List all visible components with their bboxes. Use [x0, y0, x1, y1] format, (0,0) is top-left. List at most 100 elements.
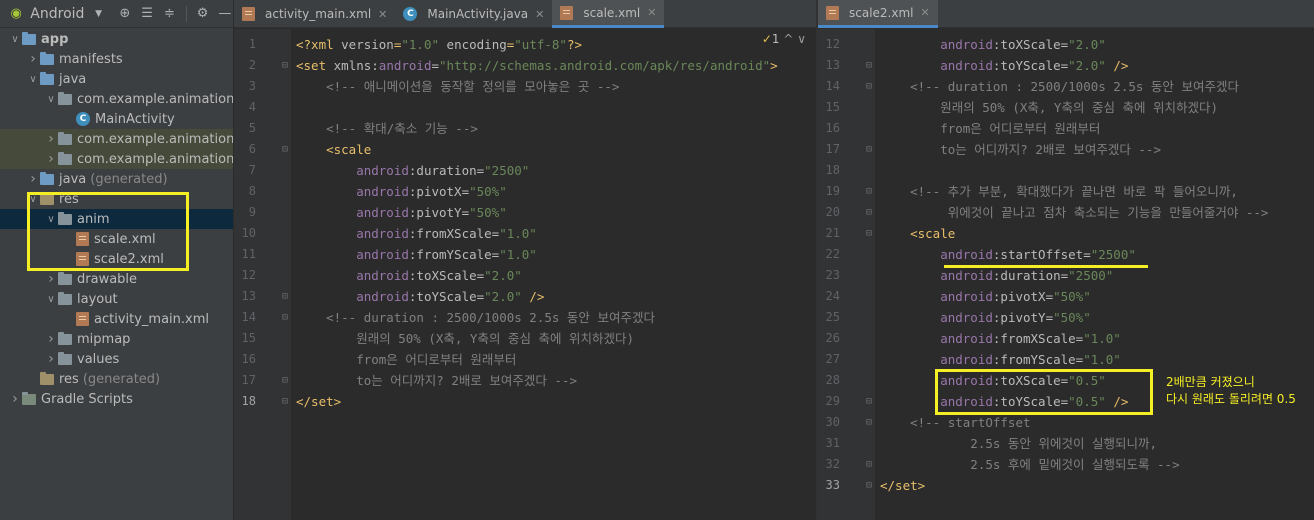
- fold-marker-icon[interactable]: ⊟: [866, 391, 872, 412]
- code-token: version: [341, 37, 394, 52]
- fold-marker-icon[interactable]: ⊟: [866, 139, 872, 160]
- chevron-right-icon[interactable]: ›: [44, 151, 58, 167]
- tree-item[interactable]: ∨ anim: [0, 209, 233, 229]
- xml-file-icon: [560, 5, 574, 20]
- target-icon[interactable]: ⊕: [117, 5, 133, 23]
- code-line: 5 <!-- 확대/축소 기능 -->: [234, 118, 816, 139]
- tree-item[interactable]: activity_main.xml: [0, 309, 233, 329]
- gear-icon[interactable]: ⚙: [194, 5, 210, 23]
- fold-marker-icon[interactable]: ⊟: [866, 181, 872, 202]
- folder-icon: [58, 351, 72, 365]
- line-number: 21: [825, 226, 840, 240]
- code-token: <!-- 애니메이션을 동작할 정의를 모아놓은 곳 -->: [296, 79, 620, 94]
- expand-icon[interactable]: ≑: [161, 5, 177, 23]
- fold-marker-icon[interactable]: ⊟: [282, 55, 288, 76]
- code-text: android:pivotY="50%": [296, 202, 507, 223]
- tree-item[interactable]: res (generated): [0, 369, 233, 389]
- code-token: <!-- startOffset: [880, 415, 1031, 430]
- tree-item[interactable]: › manifests: [0, 49, 233, 69]
- chevron-down-icon[interactable]: ▼: [90, 5, 106, 23]
- tree-item[interactable]: › java (generated): [0, 169, 233, 189]
- chevron-right-icon[interactable]: ›: [8, 391, 22, 407]
- tree-item[interactable]: ∨ layout: [0, 289, 233, 309]
- chevron-down-icon[interactable]: ∨: [26, 194, 40, 205]
- code-token: "2500": [1090, 247, 1136, 262]
- fold-marker-icon[interactable]: ⊟: [282, 307, 288, 328]
- code-text: android:pivotY="50%": [880, 307, 1091, 328]
- code-editor-scale[interactable]: ✓1 ^ ∨ 1 <?xml version="1.0" encoding="ut…: [234, 29, 816, 520]
- project-tree: ∨ app › manifests ∨ java ∨ com.example.animatio…: [0, 29, 233, 409]
- minimize-icon[interactable]: —: [217, 5, 233, 23]
- fold-marker-icon[interactable]: ⊟: [866, 223, 872, 244]
- chevron-right-icon[interactable]: ›: [26, 51, 40, 67]
- line-number: 15: [825, 100, 840, 114]
- editor-tab[interactable]: scale2.xml ✕: [818, 0, 938, 28]
- editor-tab[interactable]: activity_main.xml ✕: [234, 0, 395, 28]
- close-icon[interactable]: ✕: [378, 8, 387, 21]
- close-icon[interactable]: ✕: [647, 6, 656, 19]
- tree-item[interactable]: ›com.example.animation(te: [0, 149, 233, 169]
- tree-item[interactable]: ∨ app: [0, 29, 233, 49]
- code-token: "2500": [1068, 268, 1114, 283]
- tree-item[interactable]: ∨ com.example.animation: [0, 89, 233, 109]
- tree-item[interactable]: › Gradle Scripts: [0, 389, 233, 409]
- folder-icon: [58, 131, 72, 145]
- code-text: 원래의 50% (X축, Y축의 중심 축에 위치하겠다): [880, 97, 1218, 118]
- chevron-down-icon[interactable]: ∨: [44, 214, 58, 225]
- tree-item-label: values: [77, 351, 120, 367]
- tree-item[interactable]: C MainActivity: [0, 109, 233, 129]
- tree-item[interactable]: › mipmap: [0, 329, 233, 349]
- fold-marker-icon[interactable]: ⊟: [866, 55, 872, 76]
- code-token: xmlns:: [333, 58, 379, 73]
- fold-marker-icon[interactable]: ⊟: [866, 76, 872, 97]
- project-view-selector[interactable]: Android: [30, 6, 84, 22]
- tree-item-suffix: (generated): [90, 171, 168, 187]
- code-text: from은 어디로부터 원래부터: [296, 349, 516, 370]
- editor-tab[interactable]: C MainActivity.java ✕: [395, 0, 552, 28]
- tree-item-label: res: [59, 371, 79, 387]
- code-line: 13 ⊟ android:toYScale="2.0" />: [818, 55, 1314, 76]
- code-text: from은 어디로부터 원래부터: [880, 118, 1100, 139]
- tree-item[interactable]: ∨ java: [0, 69, 233, 89]
- tree-item[interactable]: ∨ res: [0, 189, 233, 209]
- fold-marker-icon[interactable]: ⊟: [282, 286, 288, 307]
- code-text: 2.5s 후에 밑에것이 실행되도록 -->: [880, 454, 1179, 475]
- tree-item[interactable]: › values: [0, 349, 233, 369]
- chevron-down-icon[interactable]: ∨: [44, 294, 58, 305]
- fold-marker-icon[interactable]: ⊟: [866, 454, 872, 475]
- fold-marker-icon[interactable]: ⊟: [866, 412, 872, 433]
- close-icon[interactable]: ✕: [921, 6, 930, 19]
- chevron-down-icon[interactable]: ∨: [26, 74, 40, 85]
- tab-label: activity_main.xml: [265, 7, 372, 21]
- code-line: 16 from은 어디로부터 원래부터: [818, 118, 1314, 139]
- code-editor-scale2[interactable]: 2배만큼 커졌으니 다시 원래도 돌리려면 0.5 12 android:toX…: [818, 29, 1314, 520]
- line-number: 29: [825, 394, 840, 408]
- code-token: "2.0": [484, 268, 522, 283]
- fold-marker-icon[interactable]: ⊟: [866, 202, 872, 223]
- code-line: 23 android:duration="2500": [818, 265, 1314, 286]
- close-icon[interactable]: ✕: [535, 8, 544, 21]
- chevron-right-icon[interactable]: ›: [26, 171, 40, 187]
- chevron-right-icon[interactable]: ›: [44, 131, 58, 147]
- tree-item[interactable]: scale.xml: [0, 229, 233, 249]
- fold-marker-icon[interactable]: ⊟: [282, 370, 288, 391]
- chevron-down-icon[interactable]: ∨: [8, 34, 22, 45]
- tree-item[interactable]: › drawable: [0, 269, 233, 289]
- chevron-right-icon[interactable]: ›: [44, 351, 58, 367]
- tree-item[interactable]: scale2.xml: [0, 249, 233, 269]
- line-number: 23: [825, 268, 840, 282]
- chevron-down-icon[interactable]: ∨: [44, 94, 58, 105]
- code-token: android: [296, 163, 409, 178]
- chevron-right-icon[interactable]: ›: [44, 331, 58, 347]
- code-line: 11 android:fromYScale="1.0": [234, 244, 816, 265]
- line-number: 3: [248, 79, 256, 93]
- code-line: 25 android:pivotY="50%": [818, 307, 1314, 328]
- tree-item[interactable]: ›com.example.animation(a: [0, 129, 233, 149]
- fold-marker-icon[interactable]: ⊟: [866, 475, 872, 496]
- editor-tab[interactable]: scale.xml ✕: [552, 0, 665, 28]
- fold-marker-icon[interactable]: ⊟: [282, 391, 288, 412]
- fold-marker-icon[interactable]: ⊟: [282, 139, 288, 160]
- collapse-icon[interactable]: ☰: [139, 5, 155, 23]
- code-token: "50%": [469, 205, 507, 220]
- chevron-right-icon[interactable]: ›: [44, 271, 58, 287]
